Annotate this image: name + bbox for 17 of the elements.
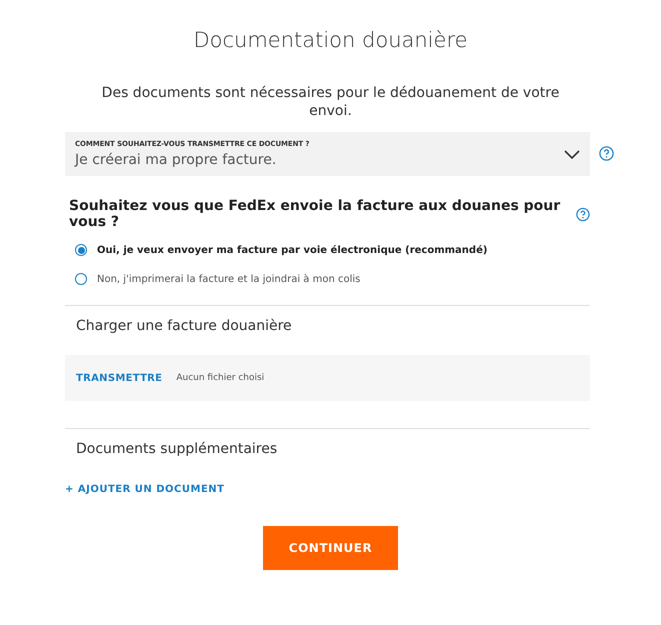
radio-label: Non, j'imprimerai la facture et la joindrai à mon colis: [97, 274, 360, 284]
help-icon[interactable]: [599, 146, 614, 161]
continue-button[interactable]: CONTINUER: [263, 526, 398, 570]
section-heading: Charger une facture douanière: [76, 318, 293, 334]
radio-label: Oui, je veux envoyer ma facture par voie électronique (recommandé): [97, 244, 488, 256]
question-text: Souhaitez vous que FedEx envoie la facture aux douanes pour vous ?: [69, 198, 562, 230]
file-status-text: Aucun fichier choisi: [176, 373, 264, 383]
description-text: Des documents sont nécessaires pour le dédouanement de votre envoi.: [100, 84, 560, 120]
page-title: Documentation douanière: [193, 28, 468, 52]
radio-button[interactable]: [75, 273, 87, 285]
section-heading: Documents supplémentaires: [76, 441, 278, 457]
chevron-down-icon: [564, 150, 580, 158]
radio-button[interactable]: [75, 244, 87, 256]
help-icon[interactable]: [576, 206, 590, 222]
upload-button[interactable]: TRANSMETTRE: [76, 372, 162, 384]
add-document-link[interactable]: + AJOUTER UN DOCUMENT: [65, 484, 224, 495]
file-upload-field[interactable]: TRANSMETTRE Aucun fichier choisi: [65, 355, 590, 401]
